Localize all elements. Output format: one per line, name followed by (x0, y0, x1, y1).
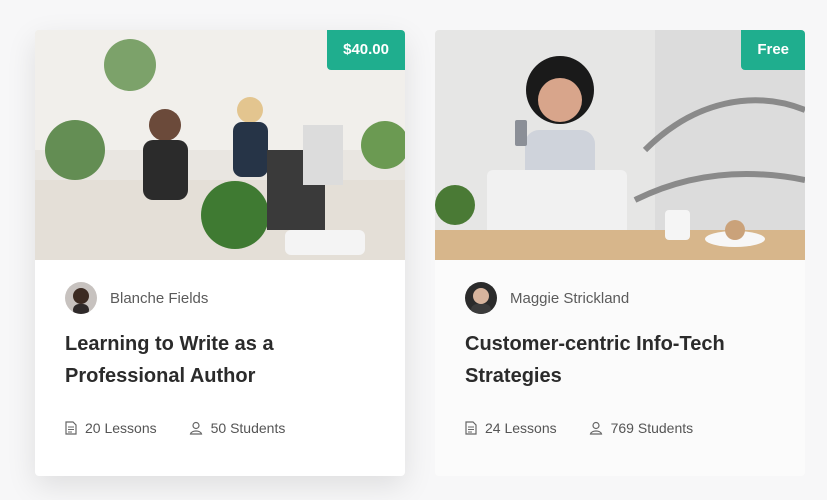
document-icon (65, 421, 77, 435)
user-icon (589, 421, 602, 435)
price-badge: Free (741, 30, 805, 70)
students-label: 769 Students (610, 420, 694, 436)
author-name: Blanche Fields (110, 289, 209, 307)
course-grid: $40.00 Blanche Fields Learning to Write … (0, 0, 827, 500)
author-avatar (465, 282, 497, 314)
course-card[interactable]: $40.00 Blanche Fields Learning to Write … (35, 30, 405, 476)
course-author[interactable]: Blanche Fields (65, 282, 375, 314)
author-name: Maggie Strickland (510, 289, 630, 307)
course-thumbnail[interactable]: $40.00 (35, 30, 405, 260)
price-badge: $40.00 (327, 30, 405, 70)
lessons-label: 24 Lessons (485, 420, 557, 436)
lessons-label: 20 Lessons (85, 420, 157, 436)
course-title[interactable]: Learning to Write as a Professional Auth… (65, 328, 365, 392)
course-author[interactable]: Maggie Strickland (465, 282, 775, 314)
students-count: 769 Students (589, 420, 694, 436)
course-meta: 24 Lessons 769 Students (465, 420, 725, 436)
author-avatar (65, 282, 97, 314)
students-count: 50 Students (189, 420, 286, 436)
students-label: 50 Students (210, 420, 286, 436)
course-thumbnail[interactable]: Free (435, 30, 805, 260)
lessons-count: 24 Lessons (465, 420, 557, 436)
course-meta: 20 Lessons 50 Students (65, 420, 317, 436)
course-title[interactable]: Customer-centric Info-Tech Strategies (465, 328, 765, 392)
lessons-count: 20 Lessons (65, 420, 157, 436)
course-card[interactable]: Free Maggie Strickland Customer-centric … (435, 30, 805, 476)
user-icon (189, 421, 202, 435)
document-icon (465, 421, 477, 435)
